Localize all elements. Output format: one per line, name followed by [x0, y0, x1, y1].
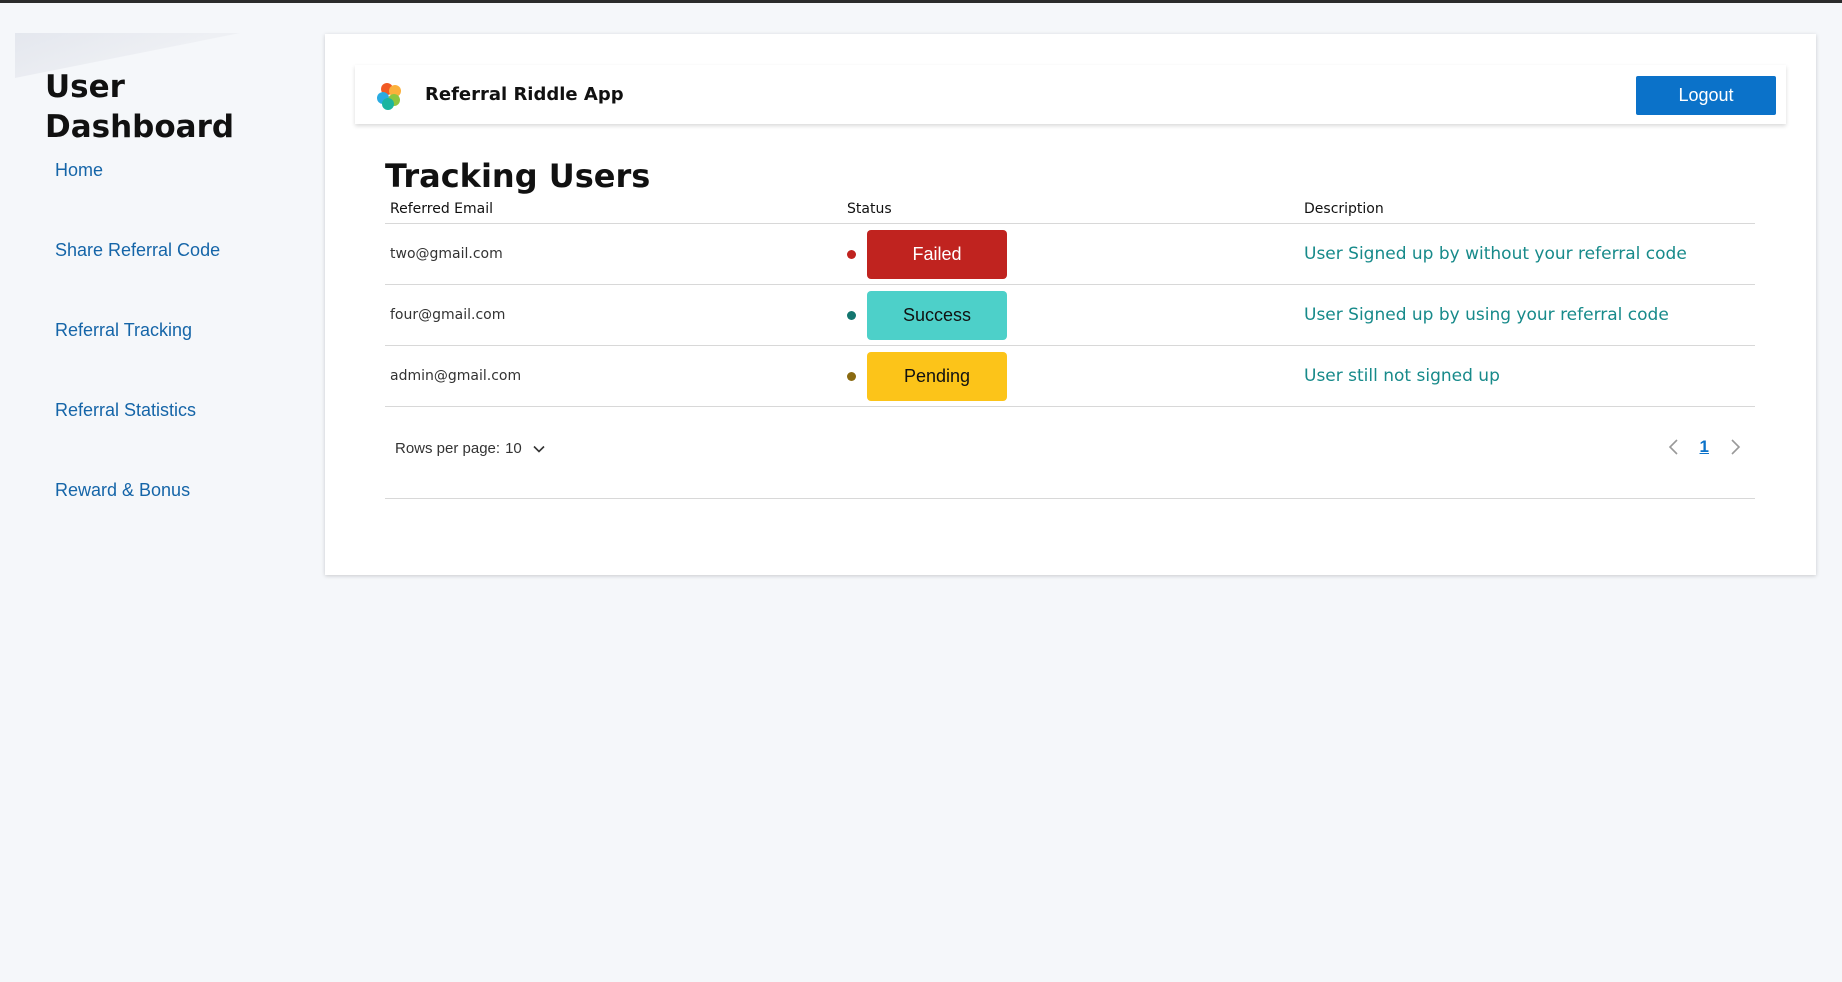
sidebar-title-line2: Dashboard [45, 109, 235, 145]
table-header: Referred Email Status Description [385, 201, 1755, 224]
sidebar-item-home[interactable]: Home [55, 157, 220, 237]
rows-per-page-label: Rows per page: [395, 440, 501, 457]
sidebar: User Dashboard Home Share Referral Code … [0, 3, 310, 982]
email-cell: four@gmail.com [390, 307, 506, 323]
description-cell: User still not signed up [1304, 366, 1500, 386]
sidebar-item-referral-tracking[interactable]: Referral Tracking [55, 317, 220, 397]
column-header-status: Status [847, 201, 892, 217]
sidebar-item-share-referral-code[interactable]: Share Referral Code [55, 237, 220, 317]
table-row: admin@gmail.com Pending User still not s… [385, 346, 1755, 407]
status-dot-icon [847, 249, 856, 259]
sidebar-item-reward-bonus[interactable]: Reward & Bonus [55, 477, 220, 557]
logout-button[interactable]: Logout [1636, 76, 1776, 115]
description-cell: User Signed up by without your referral … [1304, 244, 1687, 264]
email-cell: admin@gmail.com [390, 368, 522, 384]
status-badge: Failed [867, 229, 1007, 279]
column-header-email: Referred Email [390, 201, 494, 217]
main-card: Referral Riddle App Logout Tracking User… [325, 34, 1816, 575]
status-dot-icon [847, 371, 856, 381]
status-badge: Success [867, 290, 1007, 340]
table-row: four@gmail.com Success User Signed up by… [385, 285, 1755, 346]
status-dot-icon [847, 310, 856, 320]
sidebar-nav: Home Share Referral Code Referral Tracki… [55, 157, 220, 557]
next-page-icon[interactable] [1725, 437, 1745, 457]
chevron-down-icon [533, 445, 545, 453]
rows-per-page-value: 10 [505, 440, 522, 457]
pagination: Rows per page: 10 1 [385, 407, 1755, 499]
sidebar-title-line1: User [45, 69, 125, 105]
status-badge: Pending [867, 351, 1007, 401]
status-cell: Pending [842, 351, 1299, 401]
rows-per-page-select[interactable]: Rows per page: 10 [395, 440, 546, 457]
page-navigation: 1 [1664, 437, 1745, 457]
app-header: Referral Riddle App Logout [355, 65, 1786, 124]
sidebar-item-referral-statistics[interactable]: Referral Statistics [55, 397, 220, 477]
app-logo-icon [377, 83, 401, 110]
description-cell: User Signed up by using your referral co… [1304, 305, 1669, 325]
sidebar-title: User Dashboard [45, 67, 265, 147]
email-cell: two@gmail.com [390, 246, 503, 262]
status-cell: Success [842, 290, 1299, 340]
previous-page-icon[interactable] [1664, 437, 1684, 457]
page-number-button[interactable]: 1 [1700, 437, 1709, 457]
table-row: two@gmail.com Failed User Signed up by w… [385, 224, 1755, 285]
status-cell: Failed [842, 229, 1299, 279]
app-name: Referral Riddle App [425, 84, 624, 105]
column-header-description: Description [1304, 201, 1384, 217]
tracking-table: Referred Email Status Description two@gm… [385, 201, 1755, 499]
page-title: Tracking Users [385, 157, 651, 195]
